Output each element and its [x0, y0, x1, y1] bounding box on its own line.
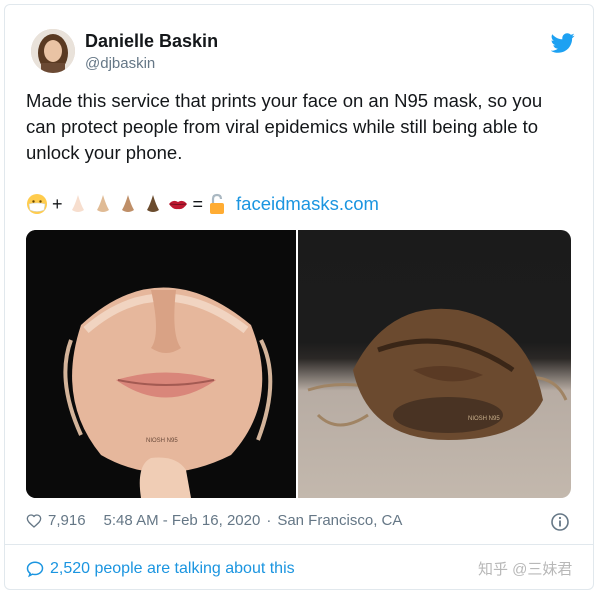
author-handle[interactable]: @djbaskin — [85, 55, 155, 72]
separator: · — [266, 512, 272, 529]
info-icon[interactable] — [550, 512, 570, 532]
like-count[interactable]: 7,916 — [48, 512, 86, 529]
equals-sign: = — [192, 193, 204, 214]
plus-sign: + — [52, 193, 63, 214]
unlocked-icon — [210, 193, 225, 214]
mask-photo-right[interactable]: NIOSH N95 — [298, 230, 571, 498]
timestamp[interactable]: 5:48 AM - Feb 16, 2020 — [104, 512, 261, 529]
talking-count[interactable]: 2,520 people are talking about this — [50, 560, 295, 578]
speech-bubble-icon — [26, 561, 44, 578]
avatar[interactable] — [31, 29, 75, 73]
nose-light-icon — [71, 195, 84, 212]
heart-icon[interactable] — [26, 513, 42, 529]
author-name[interactable]: Danielle Baskin — [85, 31, 218, 52]
tweet-text: Made this service that prints your face … — [26, 88, 571, 166]
mask-label-left: NIOSH N95 — [146, 438, 178, 444]
twitter-bird-icon[interactable] — [551, 31, 575, 55]
watermark: 知乎 @三妹君 — [478, 561, 573, 578]
nose-dark-icon — [146, 195, 159, 212]
mask-photo-left[interactable]: NIOSH N95 — [26, 230, 296, 498]
location[interactable]: San Francisco, CA — [277, 512, 402, 529]
emoji-equation: + = faceidmasks.com — [26, 190, 379, 218]
conversation-link[interactable]: 2,520 people are talking about this — [26, 560, 295, 578]
divider — [5, 544, 593, 545]
face-with-mask-icon — [27, 194, 47, 214]
lips-icon — [168, 200, 187, 210]
mask-label-right: NIOSH N95 — [468, 416, 500, 422]
nose-medium-light-icon — [96, 195, 109, 212]
tweet-meta: 7,916 5:48 AM - Feb 16, 2020 · San Franc… — [26, 512, 402, 529]
faceidmasks-link[interactable]: faceidmasks.com — [236, 193, 379, 215]
tweet-text-line: unlock your phone. — [26, 142, 183, 163]
tweet-text-line: can protect people from viral epidemics … — [26, 116, 539, 137]
tweet-text-line: Made this service that prints your face … — [26, 90, 543, 111]
nose-medium-icon — [121, 195, 134, 212]
media-grid: NIOSH N95 NIOSH N95 — [26, 230, 571, 498]
